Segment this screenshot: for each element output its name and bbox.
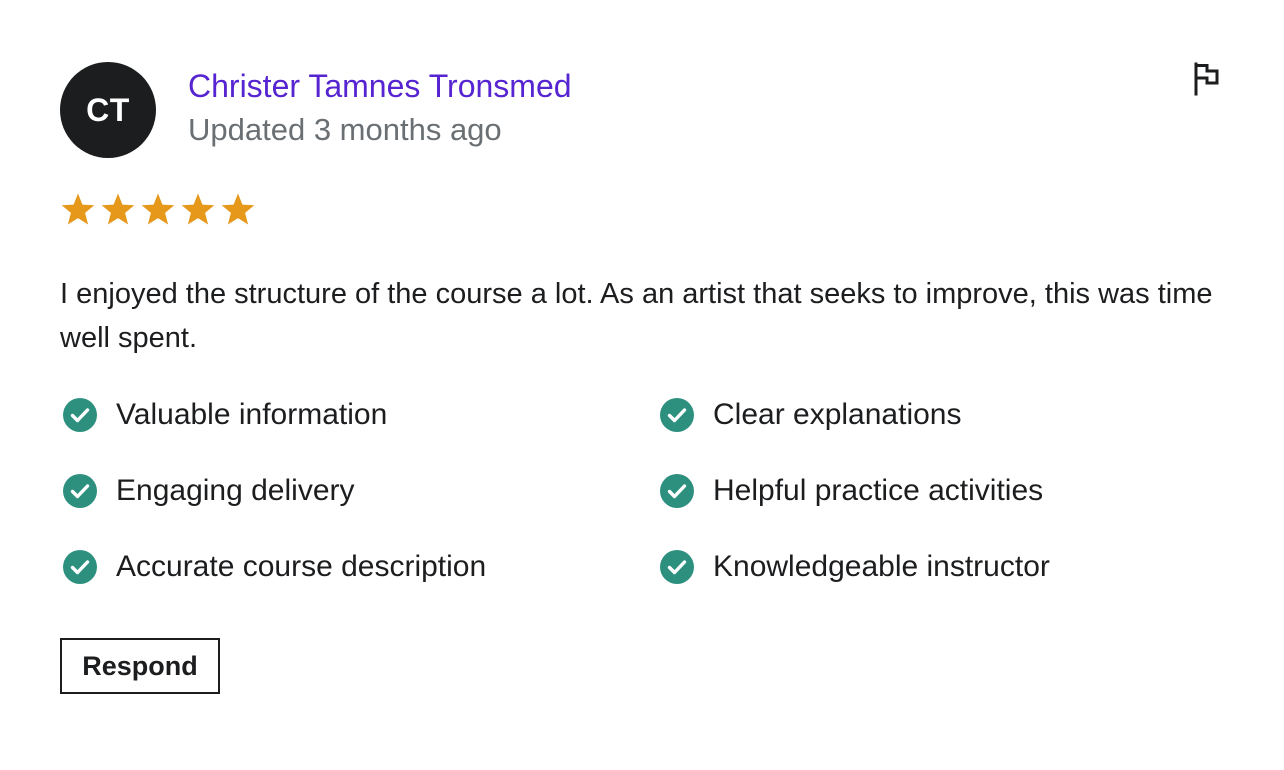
- review-text: I enjoyed the structure of the course a …: [60, 278, 1213, 354]
- reviewer-name[interactable]: Christer Tamnes Tronsmed: [188, 66, 572, 106]
- star-icon: [141, 193, 175, 225]
- review-header: CT Christer Tamnes Tronsmed Updated 3 mo…: [60, 62, 1224, 158]
- feedback-label: Valuable information: [116, 398, 388, 431]
- feedback-item: Knowledgeable instructor: [657, 548, 1217, 586]
- feedback-label: Helpful practice activities: [713, 474, 1044, 507]
- feedback-item: Helpful practice activities: [657, 472, 1217, 510]
- avatar: CT: [60, 62, 156, 158]
- check-circle-icon: [660, 474, 694, 508]
- review-card: CT Christer Tamnes Tronsmed Updated 3 mo…: [0, 0, 1284, 770]
- reviewer-info: Christer Tamnes Tronsmed Updated 3 month…: [188, 66, 572, 150]
- avatar-initials: CT: [86, 91, 130, 128]
- feedback-item: Clear explanations: [657, 396, 1217, 434]
- check-circle-icon: [63, 550, 97, 584]
- respond-button[interactable]: Respond: [60, 638, 220, 694]
- star-icon: [181, 193, 215, 225]
- star-icon: [101, 193, 135, 225]
- feedback-item: Valuable information: [60, 396, 657, 434]
- check-circle-icon: [63, 474, 97, 508]
- check-circle-icon: [63, 398, 97, 432]
- feedback-label: Clear explanations: [713, 398, 962, 431]
- feedback-list: Valuable information Clear explanations En…: [60, 396, 1224, 586]
- feedback-label: Accurate course description: [116, 550, 487, 583]
- feedback-item: Accurate course description: [60, 548, 657, 586]
- check-circle-icon: [660, 398, 694, 432]
- feedback-label: Knowledgeable instructor: [713, 550, 1050, 583]
- star-rating: [60, 192, 1224, 228]
- star-icon: [61, 193, 95, 225]
- star-icon: [221, 193, 255, 225]
- feedback-item: Engaging delivery: [60, 472, 657, 510]
- check-circle-icon: [660, 550, 694, 584]
- flag-icon[interactable]: [1192, 62, 1222, 96]
- feedback-label: Engaging delivery: [116, 474, 355, 507]
- updated-time: Updated 3 months ago: [188, 112, 502, 147]
